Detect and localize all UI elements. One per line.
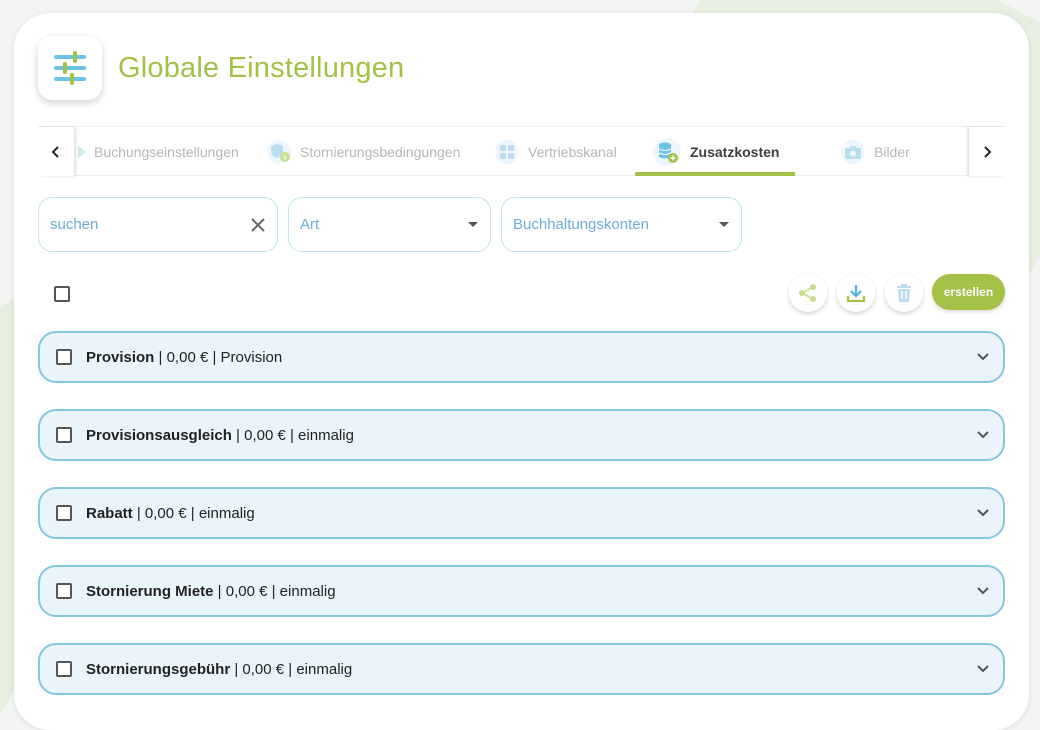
row-details: | 0,00 € | einmalig (213, 582, 336, 600)
row-details: | 0,00 € | einmalig (231, 426, 354, 444)
row-text: Provisionsausgleich | 0,00 € | einmalig (86, 427, 963, 444)
search-field[interactable] (38, 197, 278, 252)
download-button[interactable] (837, 274, 875, 312)
expand-chevron-icon[interactable] (963, 431, 1003, 439)
settings-sliders-icon (38, 36, 102, 100)
tab-label: Zusatzkosten (690, 143, 780, 160)
grid-icon (494, 139, 520, 165)
expand-chevron-icon[interactable] (963, 353, 1003, 361)
row-checkbox[interactable] (56, 661, 72, 677)
arrow-icon (78, 145, 86, 158)
expand-chevron-icon[interactable] (963, 587, 1003, 595)
create-button[interactable]: erstellen (932, 274, 1005, 310)
tab-scroll-left-button[interactable] (38, 127, 74, 176)
row-checkbox[interactable] (56, 505, 72, 521)
row-details: | 0,00 € | einmalig (230, 660, 353, 678)
settings-card: Globale Einstellungen Buchungseinstellun… (14, 13, 1029, 730)
expand-chevron-icon[interactable] (963, 509, 1003, 517)
database-add-icon (652, 137, 682, 167)
tab-buchungseinstellungen[interactable]: Buchungseinstellungen (78, 127, 239, 176)
row-name: Provisionsausgleich (86, 426, 232, 444)
expand-chevron-icon[interactable] (963, 665, 1003, 673)
tab-label: Buchungseinstellungen (94, 143, 239, 160)
list-item[interactable]: Stornierungsgebühr | 0,00 € | einmalig (38, 643, 1005, 695)
page-title: Globale Einstellungen (118, 51, 405, 84)
row-text: Stornierungsgebühr | 0,00 € | einmalig (86, 661, 963, 678)
share-icon (799, 284, 816, 302)
share-button[interactable] (789, 274, 827, 312)
clear-icon[interactable] (250, 217, 266, 233)
dropdown-arrow-icon (467, 221, 479, 229)
chevron-left-icon (51, 145, 59, 158)
shield-info-icon (266, 139, 292, 165)
select-all-checkbox[interactable] (54, 286, 70, 302)
row-name: Provision (86, 348, 155, 366)
chevron-right-icon (984, 145, 992, 158)
tab-bar: Buchungseinstellungen Stornierungsbeding… (38, 126, 1005, 176)
page-header: Globale Einstellungen (38, 36, 404, 100)
dropdown-arrow-icon (718, 221, 730, 229)
row-text: Stornierung Miete | 0,00 € | einmalig (86, 583, 963, 600)
tab-vertriebskanal[interactable]: Vertriebskanal (494, 127, 617, 176)
tab-label: Bilder (874, 143, 910, 160)
row-details: | 0,00 € | Provision (154, 348, 283, 366)
list-item[interactable]: Rabatt | 0,00 € | einmalig (38, 487, 1005, 539)
list-item[interactable]: Provisionsausgleich | 0,00 € | einmalig (38, 409, 1005, 461)
list-item[interactable]: Stornierung Miete | 0,00 € | einmalig (38, 565, 1005, 617)
row-name: Stornierungsgebühr (86, 660, 231, 678)
download-icon (846, 285, 866, 303)
trash-icon (897, 284, 911, 302)
active-tab-indicator (635, 172, 795, 176)
row-text: Rabatt | 0,00 € | einmalig (86, 505, 963, 522)
type-select[interactable]: Art (288, 197, 491, 252)
row-name: Rabatt (86, 504, 133, 522)
tab-stornierungsbedingungen[interactable]: Stornierungsbedingungen (266, 127, 460, 176)
accounts-select-placeholder: Buchhaltungskonten (513, 216, 649, 233)
delete-button[interactable] (885, 274, 923, 312)
row-checkbox[interactable] (56, 349, 72, 365)
row-checkbox[interactable] (56, 427, 72, 443)
row-details: | 0,00 € | einmalig (132, 504, 255, 522)
row-text: Provision | 0,00 € | Provision (86, 349, 963, 366)
row-checkbox[interactable] (56, 583, 72, 599)
tab-bilder[interactable]: Bilder (840, 127, 910, 176)
list-item[interactable]: Provision | 0,00 € | Provision (38, 331, 1005, 383)
row-name: Stornierung Miete (86, 582, 214, 600)
search-input[interactable] (50, 216, 250, 233)
tab-scroll-right-button[interactable] (969, 127, 1005, 176)
tab-zusatzkosten[interactable]: Zusatzkosten (652, 127, 779, 176)
type-select-placeholder: Art (300, 216, 320, 233)
camera-icon (840, 139, 866, 165)
tab-label: Vertriebskanal (528, 143, 617, 160)
tab-label: Stornierungsbedingungen (300, 143, 461, 160)
accounts-select[interactable]: Buchhaltungskonten (501, 197, 742, 252)
